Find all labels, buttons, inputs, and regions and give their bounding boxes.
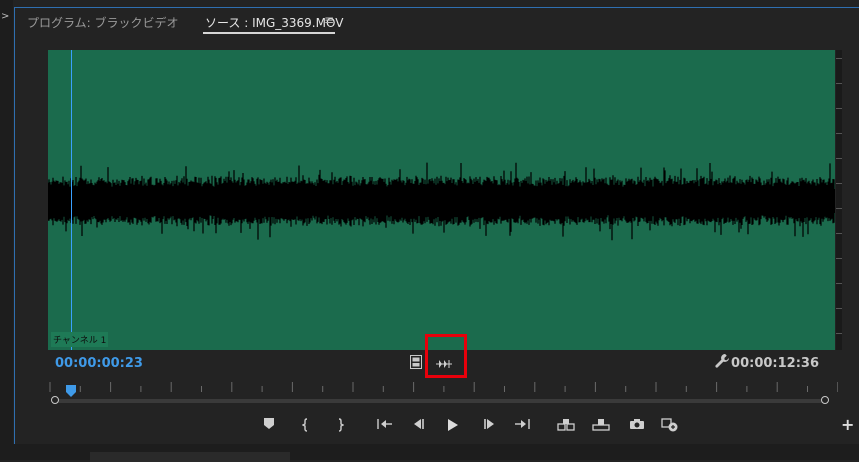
play-icon [448,419,458,431]
button-editor-button[interactable] [660,418,680,436]
time-ruler[interactable] [48,380,838,392]
export-frame-button[interactable] [627,418,647,436]
button-editor-icon [661,418,678,432]
tab-program-monitor[interactable]: プログラム: ブラックビデオ [27,14,179,31]
scale-tick [836,283,842,284]
active-tab-indicator [203,32,335,34]
lower-panel-edge [0,444,859,462]
play-button[interactable] [443,418,463,436]
film-icon[interactable] [410,354,422,369]
source-monitor-panel: プログラム: ブラックビデオ ソース : IMG_3369.MOV ≡ チャンネ… [14,7,859,444]
waveform-core [48,189,835,213]
tab-source-monitor[interactable]: ソース : IMG_3369.MOV [205,14,343,31]
camera-icon [630,419,644,429]
scrollbar-right-handle[interactable] [821,396,829,404]
audio-level-scale [836,50,842,350]
scale-tick [836,158,842,159]
go-to-in-icon [377,419,392,429]
mark-in-button[interactable] [296,418,316,436]
scrollbar-track[interactable] [57,399,823,403]
scale-tick [836,258,842,259]
waveform-graphic [48,162,835,241]
scale-tick [836,83,842,84]
mark-out-button[interactable] [330,418,350,436]
step-back-icon [414,419,424,429]
scale-tick [836,58,842,59]
go-to-in-button[interactable] [375,418,395,436]
wrench-icon[interactable] [714,353,730,369]
playhead-line [71,50,72,350]
step-back-button[interactable] [409,418,429,436]
step-forward-button[interactable] [479,418,499,436]
overwrite-icon [592,419,610,431]
zoom-scrollbar[interactable] [51,396,829,406]
marker-icon [264,418,274,429]
add-button[interactable]: + [841,417,855,433]
channel-label: チャンネル 1 [51,332,109,347]
duration-timecode: 00:00:12:36 [731,356,819,371]
go-to-out-button[interactable] [512,418,532,436]
scale-tick [836,333,842,334]
scale-tick [836,133,842,134]
scale-tick [836,183,842,184]
scale-tick [836,208,842,209]
go-to-out-icon [515,419,530,429]
add-marker-button[interactable] [259,418,279,436]
overwrite-button[interactable] [591,418,611,436]
scale-tick [836,108,842,109]
insert-button[interactable] [556,418,576,436]
panel-menu-icon[interactable]: ≡ [324,13,334,27]
transport-controls [15,412,859,440]
insert-icon [557,419,575,431]
mark-out-icon [338,418,344,432]
panel-collapse-strip[interactable]: > [0,0,13,460]
highlight-annotation [425,334,467,378]
audio-waveform-display[interactable]: チャンネル 1 [48,50,835,350]
step-forward-icon [484,419,494,429]
scrollbar-left-handle[interactable] [51,396,59,404]
chevron-right-icon[interactable]: > [1,11,9,22]
scale-tick [836,308,842,309]
playhead-marker[interactable] [66,382,76,397]
panel-tabs: プログラム: ブラックビデオ ソース : IMG_3369.MOV ≡ [15,8,859,42]
current-timecode[interactable]: 00:00:00:23 [55,356,143,371]
scale-tick [836,233,842,234]
lower-panel-tab [90,452,290,462]
mark-in-icon [302,418,308,432]
